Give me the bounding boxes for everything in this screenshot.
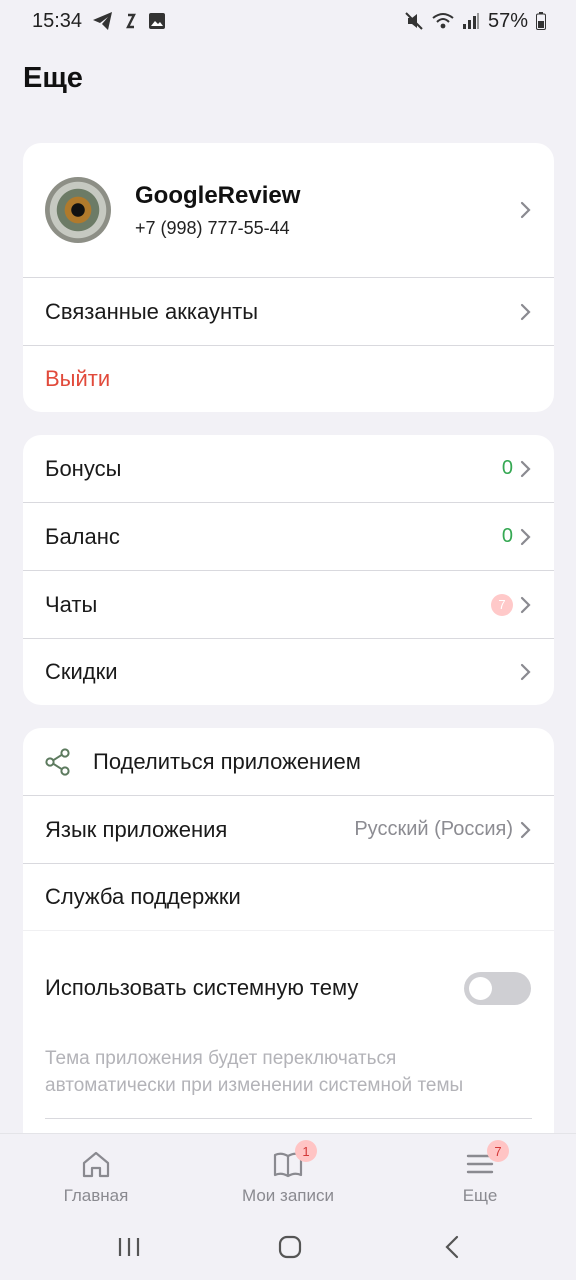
- balance-value: 0: [501, 525, 513, 547]
- nav-more-badge: 7: [487, 1140, 509, 1162]
- chevron-right-icon: [519, 460, 531, 478]
- nav-my-bookings-label: Мои записи: [242, 1186, 334, 1205]
- nav-home-label: Главная: [63, 1186, 129, 1205]
- language-value: Русский (Россия): [354, 818, 513, 840]
- sync-icon: [124, 11, 138, 31]
- bonuses-label: Бонусы: [45, 455, 122, 481]
- system-theme-toggle[interactable]: [464, 971, 531, 1005]
- balance-label: Баланс: [45, 523, 120, 549]
- book-icon: 1: [273, 1140, 317, 1180]
- bonuses-value: 0: [501, 457, 513, 479]
- page-title: Еще: [23, 62, 83, 94]
- nav-my-bookings[interactable]: 1 Мои записи: [213, 1134, 363, 1214]
- share-app-row[interactable]: Поделиться приложением: [23, 728, 554, 796]
- nav-more-label: Еще: [462, 1186, 498, 1205]
- divider: [45, 1118, 532, 1119]
- back-icon[interactable]: [444, 1233, 460, 1261]
- language-row[interactable]: Язык приложения Русский (Россия): [23, 796, 554, 864]
- home-icon: [81, 1148, 111, 1180]
- system-theme-hint: Тема приложения будет переключаться авто…: [45, 1048, 464, 1096]
- share-app-label: Поделиться приложением: [93, 748, 361, 774]
- battery-icon: [536, 12, 546, 30]
- chats-label: Чаты: [45, 591, 98, 617]
- linked-accounts-label: Связанные аккаунты: [45, 298, 259, 324]
- system-theme-row: Использовать системную тему: [23, 931, 554, 1045]
- profile-row[interactable]: GoogleReview +7 (998) 777-55-44: [23, 143, 554, 278]
- menu-item-discounts[interactable]: Скидки: [23, 639, 554, 705]
- support-label: Служба поддержки: [45, 884, 241, 909]
- avatar: [45, 177, 111, 243]
- profile-phone: +7 (998) 777-55-44: [135, 217, 290, 238]
- home-button-icon[interactable]: [278, 1233, 302, 1261]
- wifi-icon: [432, 12, 454, 30]
- system-nav-bar: [0, 1213, 576, 1280]
- battery-percent: 57%: [487, 9, 528, 32]
- signal-icon: [462, 12, 480, 30]
- menu-icon: 7: [465, 1140, 509, 1180]
- recent-apps-icon[interactable]: [117, 1233, 141, 1261]
- toggle-knob: [469, 976, 492, 1000]
- chevron-right-icon: [519, 821, 531, 839]
- menu-item-bonuses[interactable]: Бонусы 0: [23, 435, 554, 503]
- logout-row[interactable]: Выйти: [23, 346, 554, 412]
- status-time: 15:34: [32, 9, 83, 32]
- nav-more[interactable]: 7 Еще: [405, 1134, 555, 1214]
- chevron-right-icon: [519, 528, 531, 546]
- support-row[interactable]: Служба поддержки: [23, 864, 554, 931]
- telegram-icon: [92, 11, 114, 31]
- gallery-icon: [148, 12, 166, 30]
- chevron-right-icon: [519, 596, 531, 614]
- chevron-right-icon: [519, 303, 531, 321]
- settings-card: Поделиться приложением Язык приложения Р…: [23, 728, 554, 1148]
- chevron-right-icon: [519, 663, 531, 681]
- chats-badge: 7: [491, 593, 513, 616]
- logout-label: Выйти: [45, 366, 111, 391]
- nav-my-bookings-badge: 1: [295, 1140, 317, 1162]
- menu-item-chats[interactable]: Чаты 7: [23, 571, 554, 639]
- profile-name: GoogleReview: [135, 181, 301, 209]
- menu-item-balance[interactable]: Баланс 0: [23, 503, 554, 571]
- chevron-right-icon: [519, 201, 531, 219]
- profile-card: GoogleReview +7 (998) 777-55-44 Связанны…: [23, 143, 554, 412]
- system-theme-label: Использовать системную тему: [45, 975, 359, 1000]
- discounts-label: Скидки: [45, 659, 118, 684]
- nav-home[interactable]: Главная: [21, 1134, 171, 1214]
- menu-card: Бонусы 0 Баланс 0 Чаты 7 Скидки: [23, 435, 554, 705]
- linked-accounts-row[interactable]: Связанные аккаунты: [23, 278, 554, 346]
- language-label: Язык приложения: [45, 816, 228, 842]
- status-bar: 15:34 57%: [0, 0, 576, 42]
- bottom-nav: Главная 1 Мои записи 7 Еще: [0, 1133, 576, 1213]
- mute-icon: [404, 11, 424, 31]
- share-icon: [45, 747, 71, 776]
